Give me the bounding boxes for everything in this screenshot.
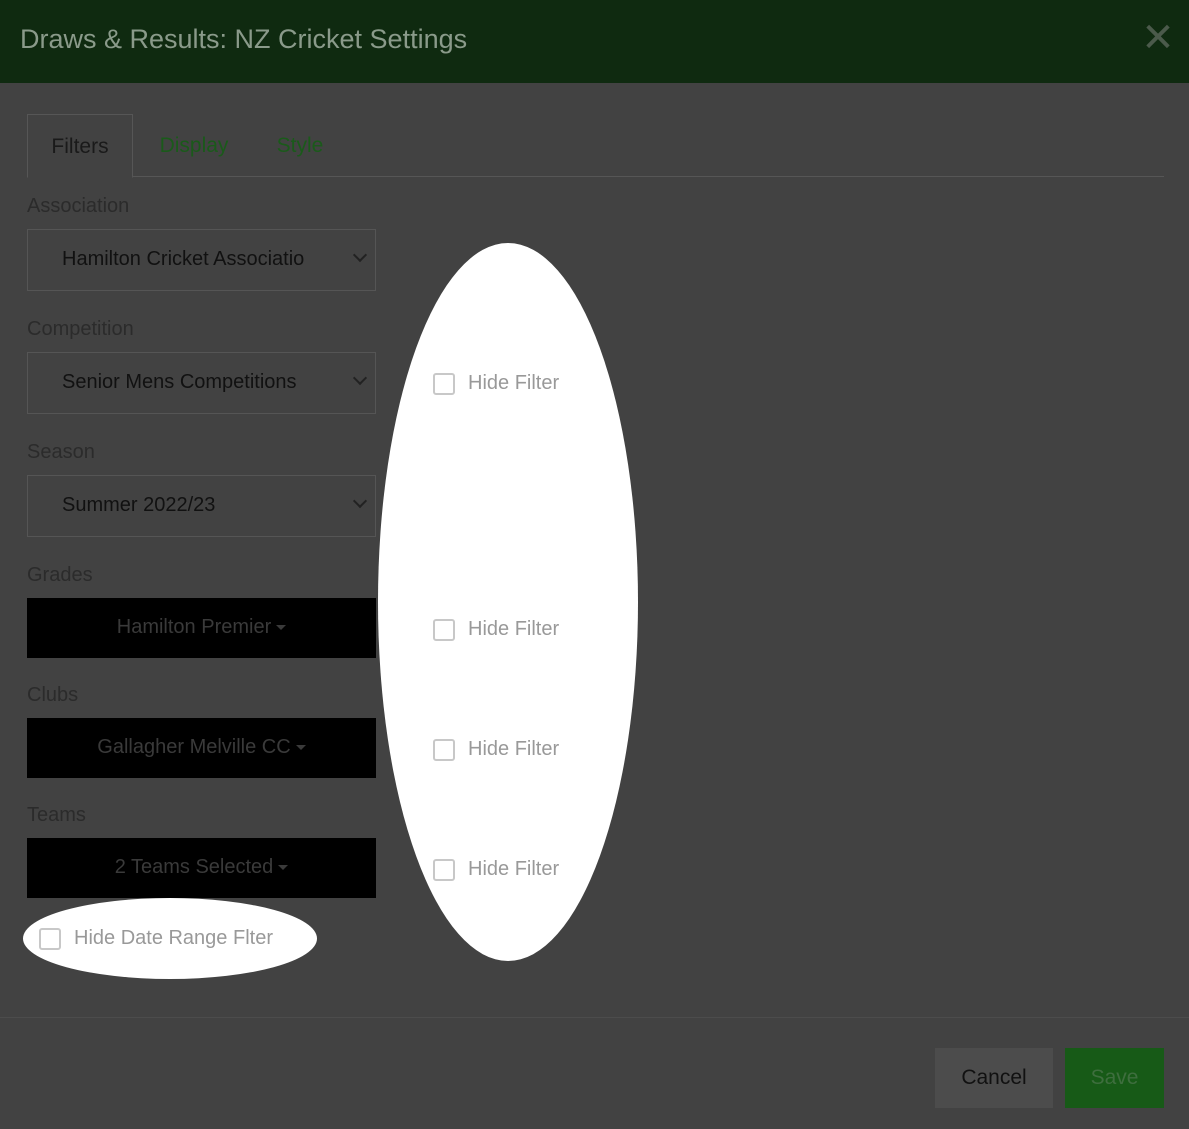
chevron-down-icon <box>352 493 368 509</box>
grades-label: Grades <box>27 564 93 586</box>
caret-down-icon <box>295 745 306 751</box>
clubs-value: Gallagher Melville CC <box>97 736 291 758</box>
hide-filter-label: Hide Filter <box>468 738 560 760</box>
save-button[interactable]: Save <box>1065 1048 1164 1108</box>
association-select[interactable]: Hamilton Cricket Associatio <box>27 229 376 291</box>
highlight-ellipse <box>378 243 638 961</box>
hide-filter-label: Hide Filter <box>468 618 560 640</box>
season-value: Summer 2022/23 <box>62 494 216 516</box>
checkbox[interactable] <box>433 373 455 395</box>
clubs-label: Clubs <box>27 684 79 706</box>
tab-filters[interactable]: Filters <box>27 114 133 178</box>
clubs-dropdown[interactable]: Gallagher Melville CC <box>27 718 376 778</box>
competition-label: Competition <box>27 318 134 340</box>
close-icon[interactable]: ✕ <box>1140 18 1176 58</box>
tab-display[interactable]: Display <box>141 114 247 177</box>
cancel-button[interactable]: Cancel <box>935 1048 1053 1108</box>
grades-value: Hamilton Premier <box>116 616 272 638</box>
grades-dropdown[interactable]: Hamilton Premier <box>27 598 376 658</box>
caret-down-icon <box>276 625 287 631</box>
hide-date-range-label: Hide Date Range Flter <box>74 927 273 949</box>
association-value: Hamilton Cricket Associatio <box>62 248 305 270</box>
footer-divider <box>0 1017 1189 1018</box>
teams-value: 2 Teams Selected <box>114 856 274 878</box>
settings-tabs: Filters Display Style <box>27 114 1164 178</box>
modal-header: Draws & Results: NZ Cricket Settings ✕ <box>0 0 1189 83</box>
modal-title: Draws & Results: NZ Cricket Settings <box>20 24 468 54</box>
season-label: Season <box>27 441 95 463</box>
chevron-down-icon <box>352 370 368 386</box>
checkbox[interactable] <box>433 859 455 881</box>
checkbox[interactable] <box>39 928 61 950</box>
chevron-down-icon <box>352 247 368 263</box>
caret-down-icon <box>278 865 289 871</box>
tab-style[interactable]: Style <box>257 114 343 177</box>
checkbox[interactable] <box>433 739 455 761</box>
checkbox[interactable] <box>433 619 455 641</box>
association-label: Association <box>27 195 130 217</box>
hide-filter-label: Hide Filter <box>468 858 560 880</box>
season-select[interactable]: Summer 2022/23 <box>27 475 376 537</box>
competition-select[interactable]: Senior Mens Competitions <box>27 352 376 414</box>
hide-filter-label: Hide Filter <box>468 372 560 394</box>
teams-dropdown[interactable]: 2 Teams Selected <box>27 838 376 898</box>
teams-label: Teams <box>27 804 86 826</box>
competition-value: Senior Mens Competitions <box>62 371 297 393</box>
